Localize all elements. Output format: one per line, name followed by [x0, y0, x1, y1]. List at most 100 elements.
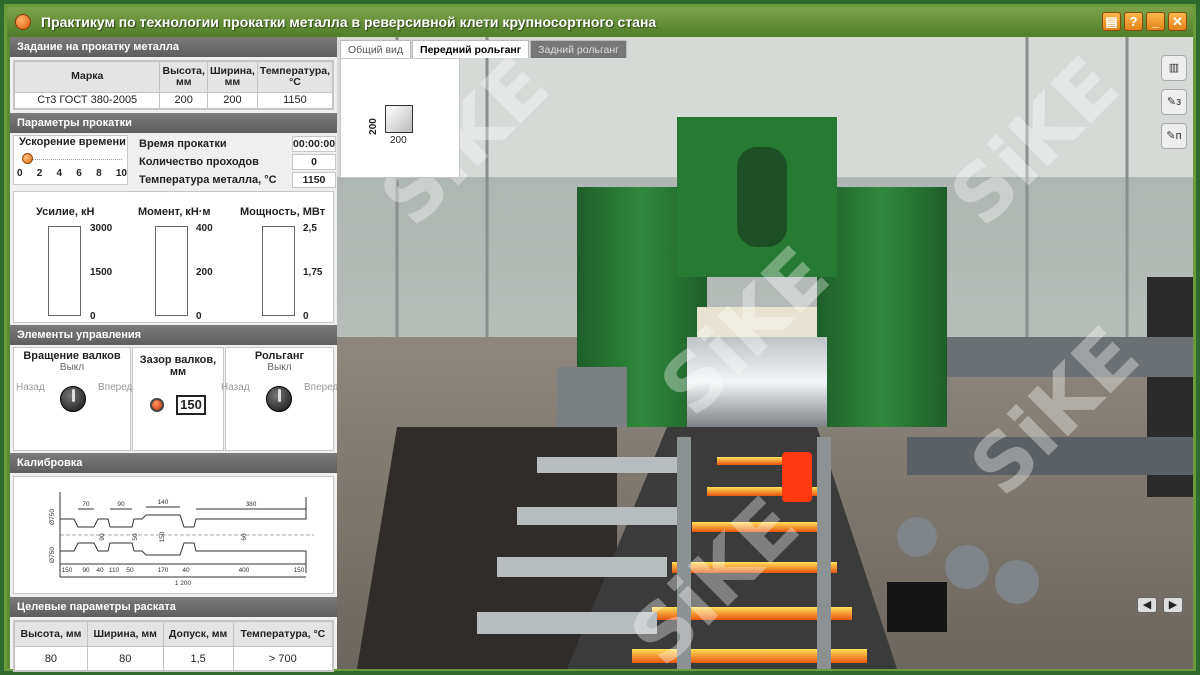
3d-viewport[interactable]: SiKE SiKE SiKE SiKE SiKE Общий вид Перед… — [337, 37, 1193, 669]
power-gauge-title: Мощность, МВт — [240, 206, 326, 218]
params-header: Параметры прокатки — [10, 113, 337, 133]
torque-min: 0 — [196, 311, 202, 322]
roller-table-switch[interactable] — [266, 386, 292, 412]
section-height: 200 — [367, 118, 379, 135]
task-col: Ширина, мм — [206, 61, 258, 93]
accel-tick: 2 — [36, 168, 43, 179]
dim-bottom: 50 — [126, 567, 134, 574]
gauges-panel: Усилие, кН 3000 1500 0 Момент, кН·м 400 … — [13, 191, 334, 323]
force-min: 0 — [90, 311, 96, 322]
power-gauge — [262, 226, 295, 316]
title-bar: Практикум по технологии прокатки металла… — [7, 7, 1193, 37]
accel-label: Ускорение времени — [19, 136, 126, 148]
dim-bottom: 90 — [82, 567, 90, 574]
dim-bottom: 170 — [158, 567, 169, 574]
force-mid: 1500 — [90, 267, 113, 278]
dim-inner: 90 — [99, 533, 106, 541]
help-button[interactable]: ? — [1124, 12, 1143, 31]
torque-gauge-title: Момент, кН·м — [138, 206, 211, 218]
caliper-z-icon[interactable]: ✎з — [1161, 89, 1187, 115]
section-width: 200 — [390, 135, 407, 146]
task-table: Марка Высота, мм Ширина, мм Температура,… — [13, 61, 334, 110]
dim-inner: 60 — [241, 533, 248, 541]
accel-slider-handle[interactable] — [22, 153, 33, 164]
roll-pass-diagram: 70 90 140 380 150 90 40 110 50 170 40 40… — [49, 492, 314, 587]
roller-table-control: Рольганг Выкл Назад Вперед — [221, 347, 338, 451]
passes-label: Количество проходов — [139, 156, 259, 168]
target-table: Высота, мм Ширина, мм Допуск, мм Темпера… — [14, 620, 334, 671]
target-col: Ширина, мм — [86, 620, 164, 648]
calibration-drawing: 70 90 140 380 150 90 40 110 50 170 40 40… — [13, 476, 334, 594]
dim-bottom: 40 — [182, 567, 190, 574]
roller-table-title: Рольганг — [254, 350, 305, 362]
torque-max: 400 — [196, 223, 213, 234]
roll-rotation-back-label: Назад — [16, 382, 45, 393]
tab-front-roller[interactable]: Передний рольганг — [412, 40, 530, 58]
section-preview: 200 200 — [340, 58, 460, 178]
accel-tick: 4 — [56, 168, 63, 179]
rolling-time-label: Время прокатки — [139, 138, 227, 150]
billet-section — [385, 105, 413, 133]
task-cell: 1150 — [256, 91, 334, 110]
dim-total: 1 200 — [175, 580, 192, 587]
app-window: Практикум по технологии прокатки металла… — [4, 4, 1196, 672]
roll-rotation-switch[interactable] — [60, 386, 86, 412]
roller-table-state: Выкл — [267, 362, 292, 373]
window-title: Практикум по технологии прокатки металла… — [41, 14, 657, 30]
metal-temp-label: Температура металла, °С — [139, 174, 277, 186]
roll-rotation-state: Выкл — [59, 362, 85, 373]
target-col: Допуск, мм — [162, 620, 234, 648]
time-acceleration: Ускорение времени 0 2 4 6 8 10 — [13, 135, 128, 185]
gap-indicator-icon[interactable] — [150, 398, 164, 412]
dim-bottom: 150 — [62, 567, 73, 574]
passes-value: 0 — [292, 154, 336, 170]
dim-bottom: 40 — [96, 567, 104, 574]
task-col: Марка — [13, 61, 161, 93]
force-gauge — [48, 226, 81, 316]
ruler-icon[interactable]: ▥ — [1161, 55, 1187, 81]
task-header: Задание на прокатку металла — [10, 37, 337, 57]
dim-inner: 50 — [132, 533, 139, 541]
target-cell: 1,5 — [162, 646, 234, 671]
document-button[interactable]: ▤ — [1102, 12, 1121, 31]
tab-general-view[interactable]: Общий вид — [340, 40, 412, 58]
nav-back-icon[interactable]: ◀ — [1137, 597, 1157, 613]
metal-temp-value: 1150 — [292, 172, 336, 188]
dim-top: 380 — [246, 501, 257, 508]
controls-header: Элементы управления — [10, 325, 337, 345]
dim-top: 70 — [82, 501, 90, 508]
view-tabs: Общий вид Передний рольганг Задний рольг… — [340, 40, 628, 58]
calibration-header: Калибровка — [10, 453, 337, 473]
dim-bottom: 150 — [294, 567, 305, 574]
nav-forward-icon[interactable]: ▶ — [1163, 597, 1183, 613]
caliper-p-icon[interactable]: ✎п — [1161, 123, 1187, 149]
roll-rotation-control: Вращение валков Выкл Назад Вперед — [13, 347, 133, 451]
roll-gap-title: Зазор валков, мм — [139, 354, 217, 378]
close-button[interactable]: ✕ — [1168, 12, 1187, 31]
left-panel: Задание на прокатку металла Марка Высота… — [10, 37, 338, 672]
target-cell: 80 — [86, 646, 164, 671]
tab-rear-roller[interactable]: Задний рольганг — [530, 40, 628, 58]
accel-tick: 10 — [115, 168, 127, 179]
roll-rotation-forward-label: Вперед — [98, 382, 133, 393]
task-cell: 200 — [159, 91, 208, 110]
app-logo-icon — [15, 14, 31, 30]
force-max: 3000 — [90, 223, 113, 234]
target-cell: 80 — [14, 646, 88, 671]
minimize-button[interactable]: _ — [1146, 12, 1165, 31]
task-cell: 200 — [206, 91, 258, 110]
roller-back-label: Назад — [221, 382, 250, 393]
task-cell: Ст3 ГОСТ 380-2005 — [13, 91, 161, 110]
accel-tick: 0 — [17, 168, 23, 179]
roll-rotation-title: Вращение валков — [23, 350, 121, 362]
power-mid: 1,75 — [303, 267, 323, 278]
force-gauge-title: Усилие, кН — [36, 206, 95, 218]
roller-forward-label: Вперед — [304, 382, 339, 393]
power-min: 0 — [303, 311, 309, 322]
roll-gap-value[interactable]: 150 — [176, 395, 206, 415]
dim-bottom: 400 — [239, 567, 250, 574]
accel-slider-track[interactable] — [26, 159, 122, 160]
rolling-time-value: 00:00:00 — [292, 136, 336, 152]
power-max: 2,5 — [303, 223, 317, 234]
torque-gauge — [155, 226, 188, 316]
